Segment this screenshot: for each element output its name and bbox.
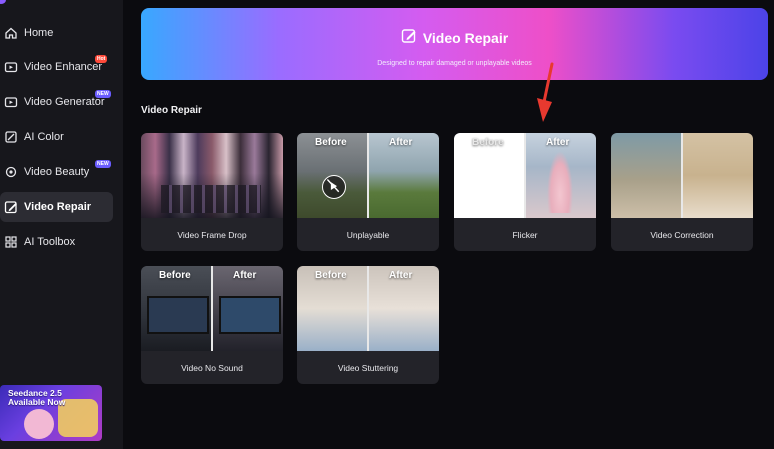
sidebar-item-label: Home bbox=[24, 27, 54, 39]
blocked-play-icon bbox=[322, 175, 346, 199]
sidebar-item-label: Video Generator bbox=[24, 96, 105, 108]
card-label: Video No Sound bbox=[181, 363, 243, 373]
after-label: After bbox=[389, 137, 413, 148]
card-video-frame-drop[interactable]: Video Frame Drop bbox=[141, 133, 283, 251]
sidebar-item-label: Video Enhancer bbox=[24, 61, 103, 73]
compare-divider bbox=[367, 266, 369, 351]
after-label: After bbox=[389, 270, 413, 281]
app-logo bbox=[0, 0, 6, 4]
card-thumbnail bbox=[611, 133, 753, 218]
card-thumbnail: Before After bbox=[297, 133, 439, 218]
card-label: Video Stuttering bbox=[337, 363, 399, 373]
after-label: After bbox=[546, 137, 570, 148]
hot-badge: Hot bbox=[95, 55, 108, 63]
sidebar-item-video-repair[interactable]: Video Repair bbox=[0, 192, 113, 222]
banner-title: Video Repair bbox=[422, 29, 509, 46]
feature-banner: Video Repair Designed to repair damaged … bbox=[141, 8, 768, 80]
card-thumbnail: Before After bbox=[297, 266, 439, 351]
edit-icon bbox=[401, 28, 423, 47]
new-badge: NEW bbox=[95, 90, 111, 98]
video-repair-icon bbox=[4, 200, 18, 214]
before-label: Before bbox=[315, 137, 347, 148]
card-thumbnail bbox=[141, 133, 283, 218]
compare-divider bbox=[524, 133, 526, 218]
before-label: Before bbox=[472, 137, 504, 148]
compare-divider bbox=[681, 133, 683, 218]
card-video-stuttering[interactable]: Before After Video Stuttering bbox=[297, 266, 439, 384]
card-flicker[interactable]: Before After Flicker bbox=[454, 133, 596, 251]
card-thumbnail: Before After bbox=[454, 133, 596, 218]
compare-divider bbox=[367, 133, 369, 218]
promo-banner[interactable]: Seedance 2.5 Available Now bbox=[0, 385, 102, 441]
before-label: Before bbox=[315, 270, 347, 281]
sidebar-item-label: Video Repair bbox=[24, 201, 92, 213]
video-beauty-icon bbox=[4, 165, 18, 179]
sidebar-item-video-generator[interactable]: Video Generator NEW bbox=[0, 87, 113, 117]
after-label: After bbox=[233, 270, 257, 281]
promo-character-image bbox=[24, 409, 54, 439]
sidebar-item-ai-toolbox[interactable]: AI Toolbox bbox=[0, 227, 113, 257]
card-video-no-sound[interactable]: Before After Video No Sound bbox=[141, 266, 283, 384]
compare-divider bbox=[211, 266, 213, 351]
sidebar-item-label: Video Beauty bbox=[24, 166, 90, 178]
card-unplayable[interactable]: Before After Unplayable bbox=[297, 133, 439, 251]
sidebar-item-video-enhancer[interactable]: Video Enhancer Hot bbox=[0, 52, 113, 82]
sidebar-item-video-beauty[interactable]: Video Beauty NEW bbox=[0, 157, 113, 187]
annotation-arrow-icon bbox=[537, 62, 554, 122]
ai-color-icon bbox=[4, 130, 18, 144]
sidebar-item-ai-color[interactable]: AI Color bbox=[0, 122, 113, 152]
video-enhancer-icon bbox=[4, 60, 18, 74]
card-label: Flicker bbox=[512, 230, 538, 240]
card-label: Unplayable bbox=[346, 230, 390, 240]
promo-line-2: Available Now bbox=[8, 397, 66, 407]
card-label: Video Frame Drop bbox=[177, 230, 247, 240]
ai-toolbox-icon bbox=[4, 235, 18, 249]
home-icon bbox=[4, 26, 18, 40]
promo-text: Seedance 2.5 Available Now bbox=[8, 389, 65, 407]
card-video-correction[interactable]: Video Correction bbox=[611, 133, 753, 251]
sidebar-item-label: AI Toolbox bbox=[24, 236, 76, 248]
before-label: Before bbox=[159, 270, 191, 281]
video-generator-icon bbox=[4, 95, 18, 109]
section-title: Video Repair bbox=[141, 105, 202, 116]
sidebar: Home Video Enhancer Hot Video Generator … bbox=[0, 0, 123, 449]
sidebar-item-home[interactable]: Home bbox=[0, 18, 113, 48]
banner-subtitle: Designed to repair damaged or unplayable… bbox=[377, 60, 532, 67]
new-badge: NEW bbox=[95, 160, 111, 168]
card-thumbnail: Before After bbox=[141, 266, 283, 351]
sidebar-item-label: AI Color bbox=[24, 131, 64, 143]
card-label: Video Correction bbox=[650, 230, 714, 240]
